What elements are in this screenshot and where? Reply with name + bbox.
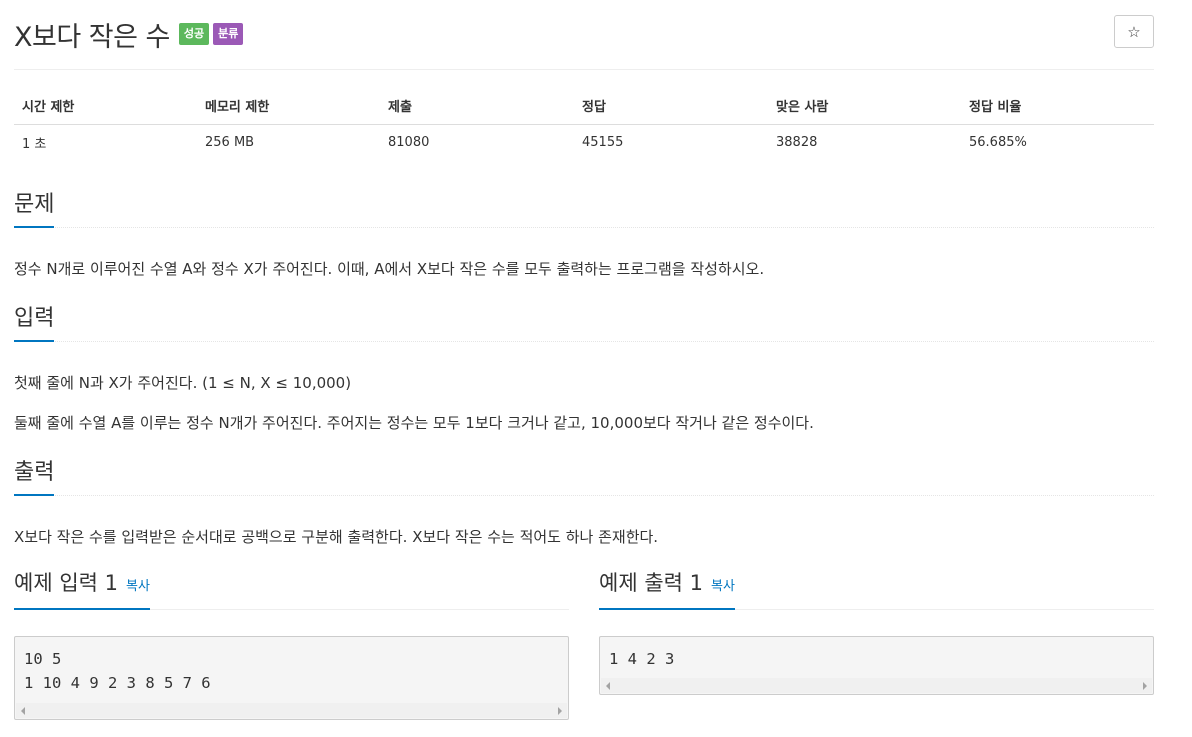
horizontal-scrollbar[interactable] xyxy=(601,678,1152,693)
favorite-button[interactable]: ☆ xyxy=(1114,15,1154,48)
sample-input-line: 10 5 xyxy=(24,650,62,668)
input-heading: 입력 xyxy=(14,306,55,342)
header-accept-ratio: 정답 비율 xyxy=(961,88,1154,125)
header-submissions: 제출 xyxy=(380,88,574,125)
sample-output-title: 예제 출력 1 xyxy=(599,571,703,595)
problem-title: X보다 작은 수 xyxy=(14,21,170,53)
solved-users-value: 38828 xyxy=(776,134,818,150)
scroll-right-arrow-icon[interactable] xyxy=(1143,682,1147,690)
sample-output-content: 1 4 2 3 xyxy=(600,637,1153,671)
input-text-line: 첫째 줄에 N과 X가 주어진다. (1 ≤ N, X ≤ 10,000) xyxy=(14,374,352,392)
sample-input-header: 예제 입력 1 복사 xyxy=(14,566,569,610)
sample-input-box[interactable]: 10 5 1 10 4 9 2 3 8 5 7 6 xyxy=(14,636,569,720)
problem-title-row: X보다 작은 수 성공 분류 xyxy=(14,14,244,54)
sample-input-line: 1 10 4 9 2 3 8 5 7 6 xyxy=(24,674,211,692)
output-section-header: 출력 xyxy=(14,456,1154,496)
horizontal-scrollbar[interactable] xyxy=(16,703,567,718)
success-label[interactable]: 성공 xyxy=(178,23,210,45)
table-header-row: 시간 제한 메모리 제한 제출 정답 맞은 사람 정답 비율 xyxy=(14,88,1154,125)
accept-ratio-value: 56.685% xyxy=(969,134,1027,150)
description-heading: 문제 xyxy=(14,192,55,228)
problem-info-table: 시간 제한 메모리 제한 제출 정답 맞은 사람 정답 비율 1 초 256 M… xyxy=(14,88,1154,160)
copy-sample-output-button[interactable]: 복사 xyxy=(711,579,735,594)
scroll-right-arrow-icon[interactable] xyxy=(558,707,562,715)
sample-input-title: 예제 입력 1 xyxy=(14,571,118,595)
header-solved-users: 맞은 사람 xyxy=(768,88,961,125)
title-divider xyxy=(14,69,1154,70)
scroll-left-arrow-icon[interactable] xyxy=(606,682,610,690)
output-text: X보다 작은 수를 입력받은 순서대로 공백으로 구분해 출력한다. X보다 작… xyxy=(14,528,659,546)
category-label[interactable]: 분류 xyxy=(213,23,244,45)
copy-sample-input-button[interactable]: 복사 xyxy=(126,579,150,594)
input-section-header: 입력 xyxy=(14,302,1154,342)
header-memory-limit: 메모리 제한 xyxy=(197,88,380,125)
output-heading: 출력 xyxy=(14,460,55,496)
description-section-header: 문제 xyxy=(14,188,1154,228)
memory-limit-value: 256 MB xyxy=(205,134,255,150)
input-text-line: 둘째 줄에 수열 A를 이루는 정수 N개가 주어진다. 주어지는 정수는 모두… xyxy=(14,414,814,432)
header-time-limit: 시간 제한 xyxy=(14,88,197,125)
sample-output-box[interactable]: 1 4 2 3 xyxy=(599,636,1154,695)
sample-output-header: 예제 출력 1 복사 xyxy=(599,566,1154,610)
scroll-left-arrow-icon[interactable] xyxy=(21,707,25,715)
sample-input-heading: 예제 입력 1 복사 xyxy=(14,570,150,610)
sample-output-heading: 예제 출력 1 복사 xyxy=(599,570,735,610)
table-row: 1 초 256 MB 81080 45155 38828 56.685% xyxy=(14,124,1154,160)
sample-output-line: 1 4 2 3 xyxy=(609,650,675,668)
star-icon: ☆ xyxy=(1127,22,1141,41)
accepted-value: 45155 xyxy=(582,134,624,150)
description-text: 정수 N개로 이루어진 수열 A와 정수 X가 주어진다. 이때, A에서 X보… xyxy=(14,260,765,278)
sample-input-content: 10 5 1 10 4 9 2 3 8 5 7 6 xyxy=(15,637,568,695)
time-limit-value: 1 초 xyxy=(22,136,47,152)
submissions-value: 81080 xyxy=(388,134,430,150)
header-accepted: 정답 xyxy=(574,88,768,125)
